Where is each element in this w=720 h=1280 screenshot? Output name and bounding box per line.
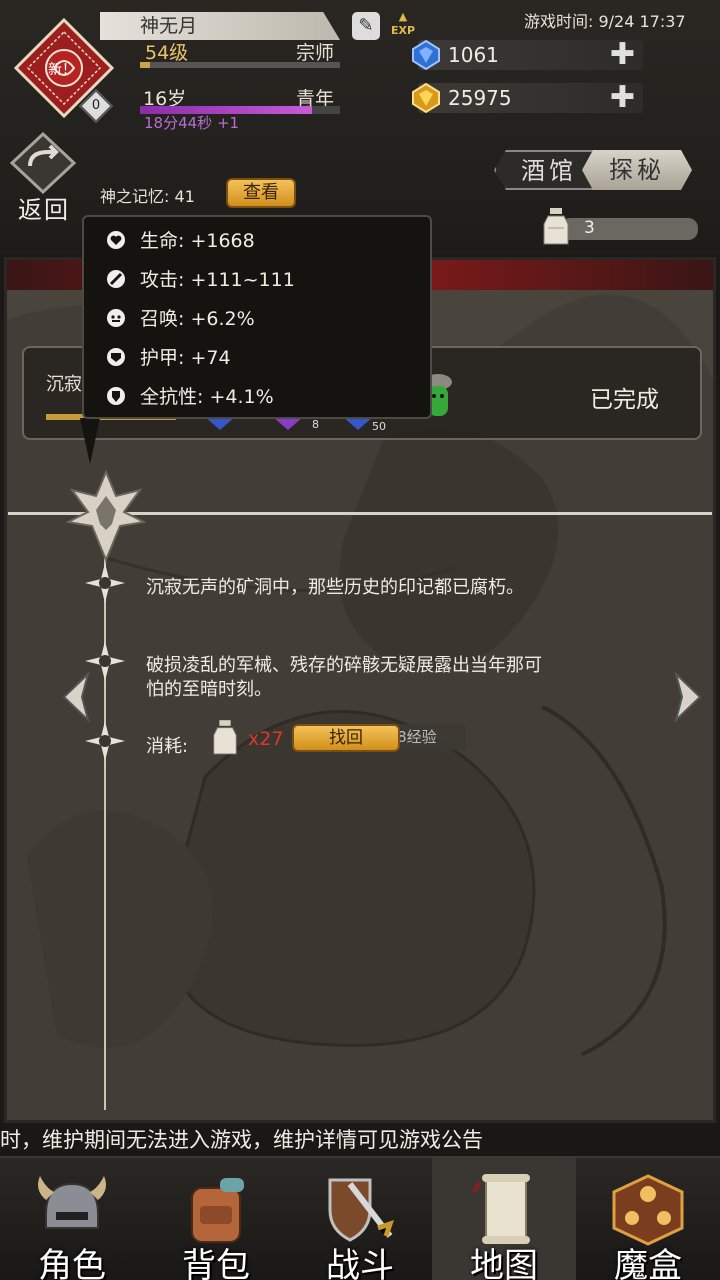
timeline-node-icon xyxy=(85,563,125,603)
add-gold-button[interactable]: ✚ xyxy=(610,83,635,113)
timeline-node-icon xyxy=(85,721,125,761)
stat-attack: 攻击: +111~111 xyxy=(106,267,295,293)
jar-count: 3 xyxy=(584,218,595,238)
heart-icon xyxy=(107,231,125,249)
stat-summon-text: 召唤: +6.2% xyxy=(140,308,255,330)
back-label: 返回 xyxy=(18,196,70,224)
story-line-2b: 怕的至暗时刻。 xyxy=(146,679,272,700)
stat-armor: 护甲: +74 xyxy=(106,345,231,371)
quest-name: 沉寂 xyxy=(46,374,82,395)
tab-tavern[interactable]: 酒馆 xyxy=(494,150,594,190)
bottom-nav: 角色 背包 战斗 地图 魔盒 xyxy=(0,1156,720,1280)
summon-icon xyxy=(107,309,125,327)
diamond-icon xyxy=(412,39,440,71)
reward-count-1: 8 xyxy=(312,418,319,431)
age-timer: 18分44秒 +1 xyxy=(144,114,240,132)
sword-icon xyxy=(107,270,125,288)
announcement-marquee: 时，维护期间无法进入游戏，维护详情可见游戏公告 xyxy=(0,1124,720,1156)
stat-life: 生命: +1668 xyxy=(106,228,255,254)
nav-item-magic-box[interactable]: 魔盒 xyxy=(576,1158,720,1280)
level-progress-bar xyxy=(140,62,340,68)
gold-icon xyxy=(412,82,440,114)
back-button[interactable]: 返回 xyxy=(8,131,78,224)
exp-label: EXP xyxy=(390,24,416,37)
nav-item-battle[interactable]: 战斗 xyxy=(288,1158,432,1280)
player-name: 神无月 xyxy=(100,12,340,40)
memory-stats-tooltip: 生命: +1668 攻击: +111~111 召唤: +6.2% 护甲: +74… xyxy=(82,215,432,419)
diamond-value: 1061 xyxy=(448,43,499,67)
exp-icon[interactable]: ▲ EXP xyxy=(390,10,416,40)
nav-item-map[interactable]: 地图 xyxy=(432,1158,576,1280)
nav-label-backpack: 背包 xyxy=(182,1246,250,1280)
prev-arrow-icon[interactable] xyxy=(58,672,94,722)
player-title: 宗师 xyxy=(296,42,335,64)
nav-label-magic-box: 魔盒 xyxy=(614,1246,682,1280)
find-button[interactable]: 找回 xyxy=(292,724,400,752)
stat-resist: 全抗性: +4.1% xyxy=(106,384,274,410)
app-root: 新！ 0 神无月 54级 宗师 16岁 青年 18分44秒 +1 ✎ ▲ EXP … xyxy=(0,0,720,1280)
cost-label: 消耗: xyxy=(146,736,189,757)
timeline-line xyxy=(104,515,106,1110)
god-memory-label: 神之记忆: 41 xyxy=(100,187,195,206)
nav-label-battle: 战斗 xyxy=(326,1246,394,1280)
level-badge-value: 0 xyxy=(91,98,101,113)
wolf-emblem-icon xyxy=(66,470,146,562)
game-time: 游戏时间: 9/24 17:37 xyxy=(524,12,686,31)
add-diamond-button[interactable]: ✚ xyxy=(610,40,635,70)
resist-icon xyxy=(107,387,125,405)
tooltip-tail xyxy=(80,418,100,464)
next-arrow-icon[interactable] xyxy=(670,672,706,722)
gold-counter: 25975 ✚ xyxy=(412,83,643,114)
nav-item-character[interactable]: 角色 xyxy=(0,1158,144,1280)
story-line-2a: 破损凌乱的军械、残存的碎骸无疑展露出当年那可 xyxy=(146,655,542,676)
story-line-1: 沉寂无声的矿洞中，那些历史的印记都已腐朽。 xyxy=(146,577,524,598)
jar-icon xyxy=(543,208,569,245)
reward-count-2: 50 xyxy=(372,420,386,433)
view-button[interactable]: 查看 xyxy=(226,178,296,208)
stat-armor-text: 护甲: +74 xyxy=(140,347,231,369)
back-arrow-icon xyxy=(9,131,77,195)
edit-icon[interactable]: ✎ xyxy=(352,12,380,40)
quest-status: 已完成 xyxy=(590,387,659,413)
cost-jar-icon xyxy=(213,720,237,755)
armor-icon xyxy=(107,348,125,366)
jar-counter-bar xyxy=(560,218,698,240)
new-badge: 新！ xyxy=(48,62,76,78)
cost-amount: x27 xyxy=(248,728,284,750)
stat-life-text: 生命: +1668 xyxy=(140,230,255,252)
stat-resist-text: 全抗性: +4.1% xyxy=(140,386,274,408)
stat-attack-text: 攻击: +111~111 xyxy=(140,269,295,291)
tab-explore[interactable]: 探秘 xyxy=(582,150,692,190)
nav-item-backpack[interactable]: 背包 xyxy=(144,1158,288,1280)
level-progress-fill xyxy=(140,62,150,68)
gold-value: 25975 xyxy=(448,86,512,110)
diamond-counter: 1061 ✚ xyxy=(412,40,643,71)
stat-summon: 召唤: +6.2% xyxy=(106,306,255,332)
nav-label-map: 地图 xyxy=(470,1246,538,1280)
nav-label-character: 角色 xyxy=(38,1246,106,1280)
player-level: 54级 xyxy=(145,42,189,64)
